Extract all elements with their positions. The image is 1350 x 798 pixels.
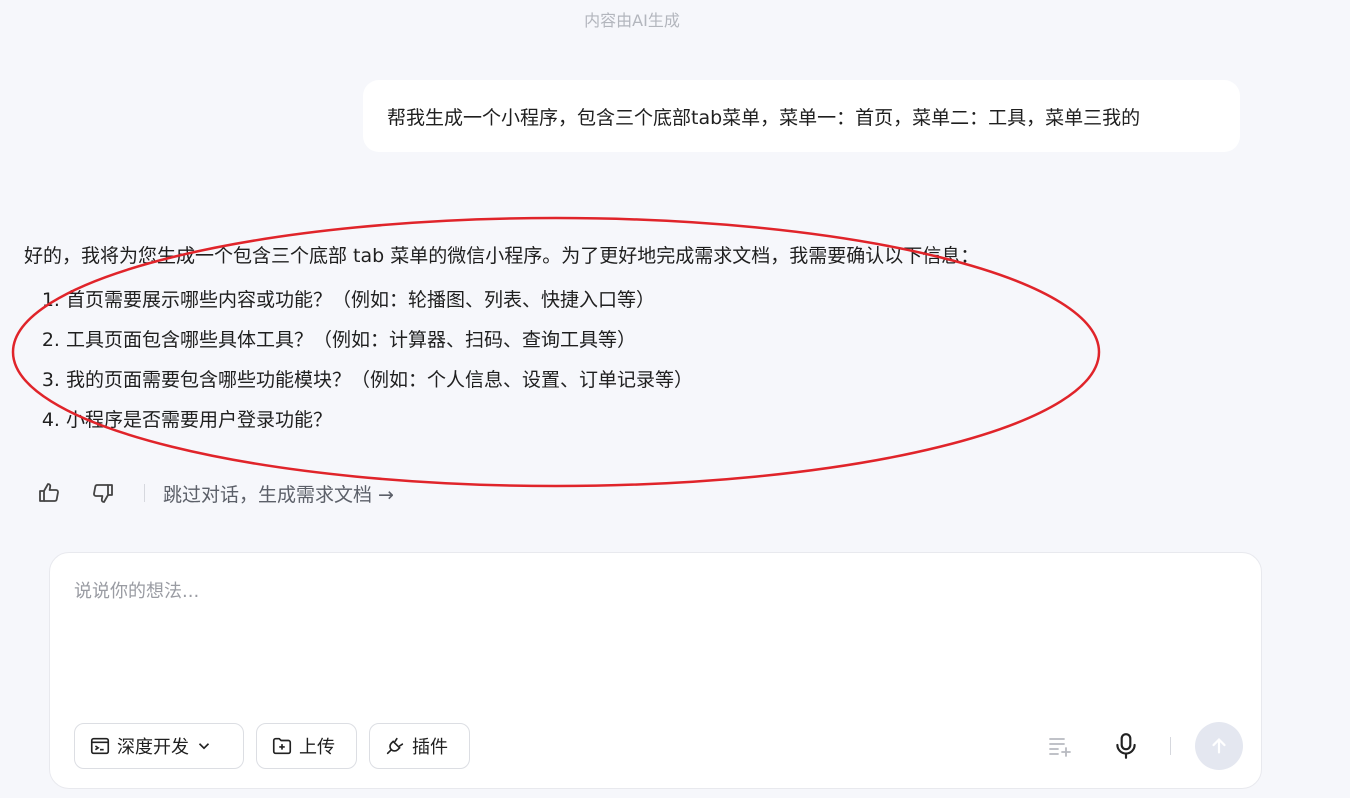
tools-divider [1170, 737, 1171, 755]
upload-label: 上传 [299, 737, 335, 758]
terminal-window-icon [90, 737, 110, 755]
prompt-enhance-icon[interactable] [1044, 730, 1076, 762]
upload-button[interactable]: 上传 [256, 723, 357, 769]
question-item-1: 首页需要展示哪些内容或功能？（例如：轮播图、列表、快捷入口等） [66, 280, 1224, 320]
assistant-intro: 好的，我将为您生成一个包含三个底部 tab 菜单的微信小程序。为了更好地完成需求… [24, 245, 980, 267]
folder-plus-icon [272, 737, 292, 755]
user-message-bubble: 帮我生成一个小程序，包含三个底部tab菜单，菜单一：首页，菜单二：工具，菜单三我… [363, 80, 1240, 152]
question-item-3: 我的页面需要包含哪些功能模块？（例如：个人信息、设置、订单记录等） [66, 360, 1224, 400]
question-item-2: 工具页面包含哪些具体工具？（例如：计算器、扫码、查询工具等） [66, 320, 1224, 360]
chat-page: 内容由AI生成 帮我生成一个小程序，包含三个底部tab菜单，菜单一：首页，菜单二… [0, 0, 1350, 798]
plugin-label: 插件 [412, 737, 448, 758]
composer-right-tools [1044, 722, 1243, 770]
thumbs-down-icon[interactable] [90, 480, 116, 506]
question-list: 首页需要展示哪些内容或功能？（例如：轮播图、列表、快捷入口等） 工具页面包含哪些… [24, 280, 1224, 440]
thumbs-up-icon[interactable] [36, 480, 62, 506]
user-message-text: 帮我生成一个小程序，包含三个底部tab菜单，菜单一：首页，菜单二：工具，菜单三我… [387, 106, 1141, 129]
deep-dev-label: 深度开发 [117, 737, 189, 758]
ai-generated-note: 内容由AI生成 [584, 11, 680, 30]
chevron-down-icon [198, 743, 210, 750]
assistant-message: 好的，我将为您生成一个包含三个底部 tab 菜单的微信小程序。为了更好地完成需求… [24, 240, 1224, 440]
microphone-icon[interactable] [1110, 730, 1142, 762]
message-actions: 跳过对话，生成需求文档 → [36, 478, 394, 508]
deep-dev-dropdown[interactable]: 深度开发 [74, 723, 244, 769]
message-composer: 深度开发 上传 插件 [49, 552, 1262, 789]
plug-icon [386, 737, 404, 755]
message-input[interactable] [72, 575, 1236, 709]
send-button[interactable] [1195, 722, 1243, 770]
actions-divider [144, 484, 145, 502]
question-item-4: 小程序是否需要用户登录功能？ [66, 400, 1224, 440]
plugin-button[interactable]: 插件 [369, 723, 470, 769]
arrow-up-icon [1212, 738, 1226, 754]
skip-dialog-link[interactable]: 跳过对话，生成需求文档 → [163, 480, 394, 507]
